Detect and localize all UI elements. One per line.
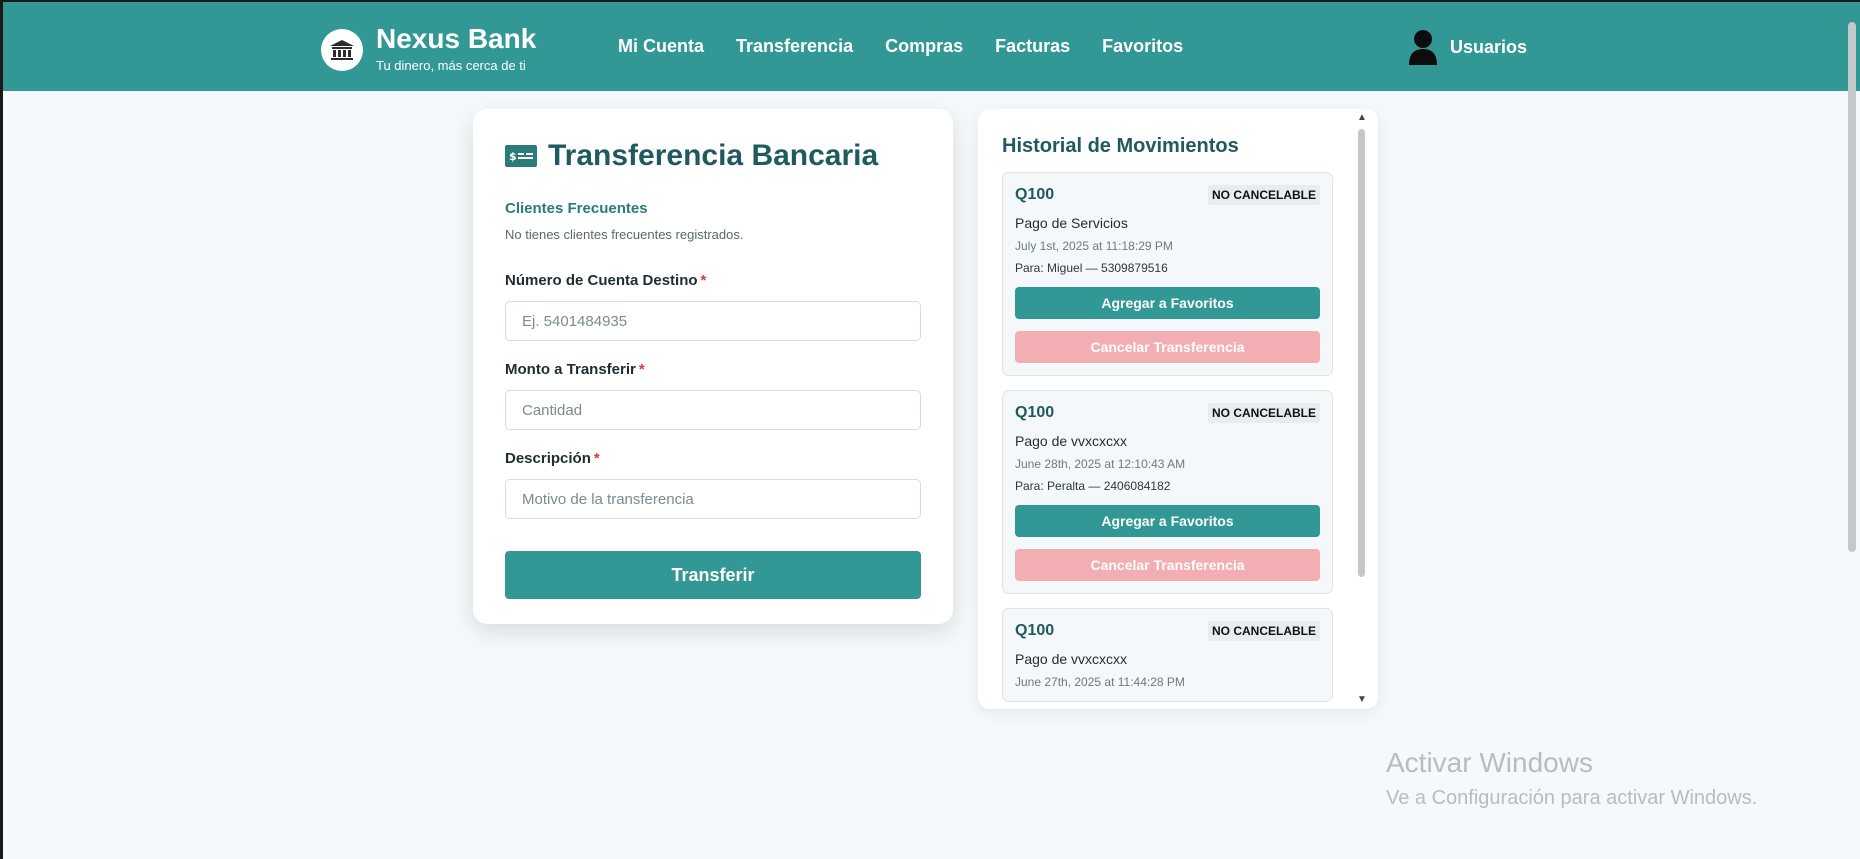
movement-date: June 28th, 2025 at 12:10:43 AM — [1015, 457, 1186, 471]
user-icon — [1409, 30, 1437, 65]
movement-destination: Para: Miguel — 5309879516 — [1015, 261, 1168, 275]
main-nav: Mi Cuenta Transferencia Compras Facturas… — [618, 36, 1215, 57]
brand[interactable]: Nexus Bank Tu dinero, más cerca de ti — [321, 24, 536, 73]
movement-description: Pago de vvxcxcxx — [1015, 651, 1128, 667]
transfer-button[interactable]: Transferir — [505, 551, 921, 599]
money-bill-icon: $ — [505, 145, 537, 167]
description-label: Descripción * — [505, 450, 921, 467]
movement-card: Q100 NO CANCELABLE Pago de vvxcxcxx June… — [1002, 608, 1333, 702]
watermark-title: Activar Windows — [1386, 747, 1593, 778]
account-label-text: Número de Cuenta Destino — [505, 272, 698, 289]
movement-date: July 1st, 2025 at 11:18:29 PM — [1015, 239, 1173, 253]
required-mark: * — [700, 272, 707, 289]
nav-item-compras[interactable]: Compras — [885, 36, 963, 57]
page-scrollbar[interactable] — [1848, 22, 1856, 552]
movement-card: Q100 NO CANCELABLE Pago de vvxcxcxx June… — [1002, 390, 1333, 594]
frequent-clients-title: Clientes Frecuentes — [505, 200, 648, 217]
scroll-down-icon[interactable]: ▼ — [1356, 694, 1368, 706]
nav-item-transferencia[interactable]: Transferencia — [736, 36, 853, 57]
frequent-clients-note: No tienes clientes frecuentes registrado… — [505, 227, 744, 242]
status-badge: NO CANCELABLE — [1208, 403, 1320, 423]
history-title: Historial de Movimientos — [1002, 135, 1239, 157]
watermark-subtitle: Ve a Configuración para activar Windows. — [1386, 787, 1758, 809]
account-label: Número de Cuenta Destino * — [505, 272, 921, 289]
amount-label-text: Monto a Transferir — [505, 361, 636, 378]
scroll-up-icon[interactable]: ▲ — [1356, 112, 1368, 124]
svg-text:$: $ — [509, 150, 517, 163]
history-panel[interactable]: Historial de Movimientos Q100 NO CANCELA… — [978, 109, 1378, 709]
amount-input[interactable] — [505, 390, 921, 430]
description-input[interactable] — [505, 479, 921, 519]
history-scrollbar[interactable]: ▲ ▼ — [1356, 109, 1368, 709]
windows-activation-watermark: Activar Windows Ve a Configuración para … — [1386, 747, 1757, 810]
brand-name: Nexus Bank — [376, 23, 537, 54]
required-mark: * — [638, 361, 645, 378]
cancel-transfer-button[interactable]: Cancelar Transferencia — [1015, 331, 1320, 363]
description-label-text: Descripción — [505, 450, 591, 467]
movement-description: Pago de Servicios — [1015, 215, 1128, 231]
movement-amount: Q100 — [1015, 404, 1055, 421]
account-input[interactable] — [505, 301, 921, 341]
required-mark: * — [593, 450, 600, 467]
movement-card: Q100 NO CANCELABLE Pago de Servicios Jul… — [1002, 172, 1333, 376]
nav-item-mi-cuenta[interactable]: Mi Cuenta — [618, 36, 704, 57]
status-badge: NO CANCELABLE — [1208, 621, 1320, 641]
user-label: Usuarios — [1450, 36, 1528, 57]
history-scroll-thumb[interactable] — [1358, 129, 1365, 577]
movement-date: June 27th, 2025 at 11:44:28 PM — [1015, 675, 1185, 689]
movement-amount: Q100 — [1015, 622, 1055, 639]
movement-destination: Para: Peralta — 2406084182 — [1015, 479, 1171, 493]
nav-item-facturas[interactable]: Facturas — [995, 36, 1070, 57]
movement-amount: Q100 — [1015, 186, 1055, 203]
add-favorite-button[interactable]: Agregar a Favoritos — [1015, 505, 1320, 537]
top-navbar: Nexus Bank Tu dinero, más cerca de ti Mi… — [3, 2, 1860, 91]
history-list: Q100 NO CANCELABLE Pago de Servicios Jul… — [1002, 172, 1333, 709]
user-menu[interactable]: Usuarios — [1408, 29, 1527, 65]
page-title: $ Transferencia Bancaria — [505, 139, 921, 173]
bank-icon — [321, 29, 363, 71]
amount-label: Monto a Transferir * — [505, 361, 921, 378]
brand-tagline: Tu dinero, más cerca de ti — [376, 58, 526, 73]
movement-description: Pago de vvxcxcxx — [1015, 433, 1128, 449]
transfer-title: Transferencia Bancaria — [548, 139, 879, 172]
status-badge: NO CANCELABLE — [1208, 185, 1320, 205]
transfer-card: $ Transferencia Bancaria Clientes Frecue… — [473, 109, 953, 624]
nav-item-favoritos[interactable]: Favoritos — [1102, 36, 1183, 57]
cancel-transfer-button[interactable]: Cancelar Transferencia — [1015, 549, 1320, 581]
add-favorite-button[interactable]: Agregar a Favoritos — [1015, 287, 1320, 319]
